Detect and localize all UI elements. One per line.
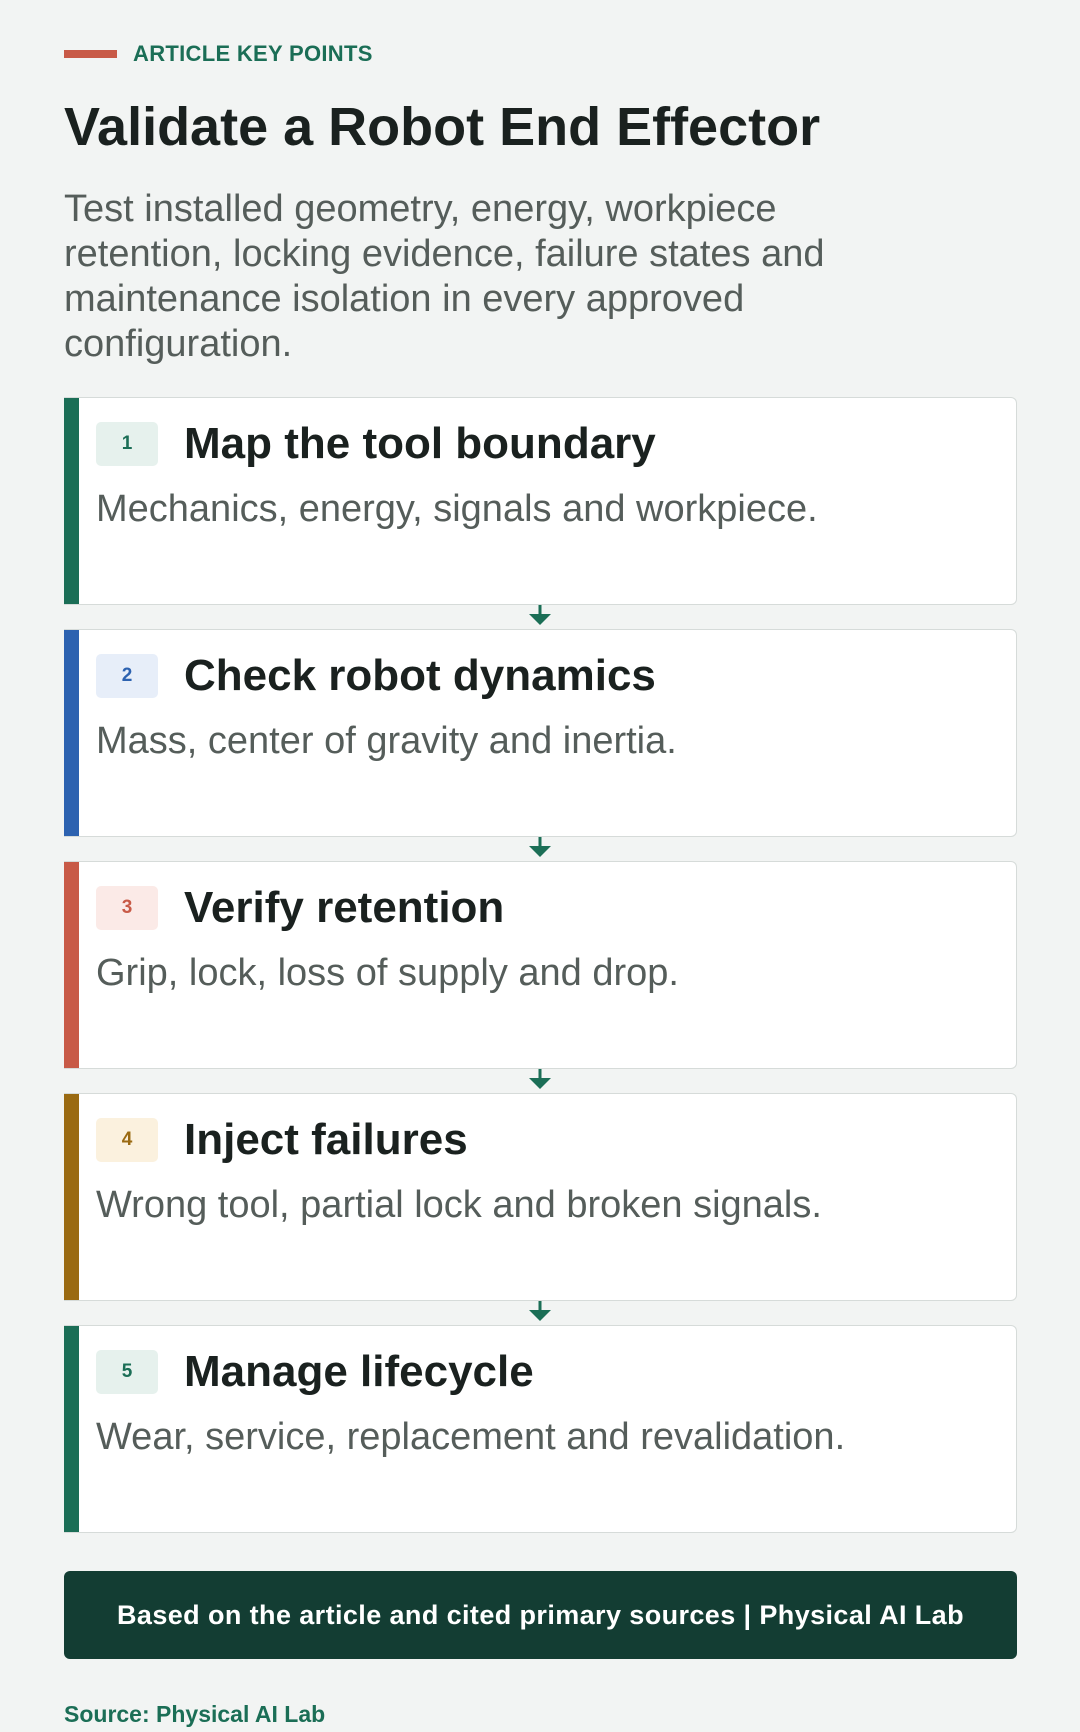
- kicker-label: ARTICLE KEY POINTS: [133, 41, 373, 66]
- step-title: Verify retention: [184, 883, 505, 933]
- kicker: ARTICLE KEY POINTS: [64, 40, 1016, 68]
- step-accent-bar: [64, 1094, 79, 1301]
- arrow-down-icon: [529, 837, 551, 858]
- step-description: Grip, lock, loss of supply and drop.: [96, 952, 679, 995]
- step-number-badge: 4: [96, 1118, 158, 1163]
- arrow-down-icon: [529, 1301, 551, 1322]
- step-card: 3 Verify retention Grip, lock, loss of s…: [64, 861, 1017, 1070]
- step-title: Manage lifecycle: [184, 1347, 534, 1397]
- infographic-page: ARTICLE KEY POINTS Validate a Robot End …: [0, 0, 1080, 1732]
- steps-list: 1 Map the tool boundary Mechanics, energ…: [64, 397, 1017, 1534]
- step-connector: [64, 1301, 1017, 1325]
- arrow-down-icon: [529, 1069, 551, 1090]
- step-number-badge: 5: [96, 1350, 158, 1395]
- step-connector: [64, 605, 1017, 629]
- step-accent-bar: [64, 630, 79, 837]
- footer-banner-text: Based on the article and cited primary s…: [117, 1599, 964, 1630]
- source-credit: Source: Physical AI Lab: [64, 1701, 326, 1728]
- step-title: Map the tool boundary: [184, 419, 656, 469]
- step-connector: [64, 1069, 1017, 1093]
- step-card: 2 Check robot dynamics Mass, center of g…: [64, 629, 1017, 838]
- step-accent-bar: [64, 398, 79, 605]
- step-description: Mass, center of gravity and inertia.: [96, 720, 677, 763]
- kicker-accent-bar: [64, 50, 117, 58]
- page-subtitle: Test installed geometry, energy, workpie…: [64, 188, 825, 366]
- step-description: Mechanics, energy, signals and workpiece…: [96, 488, 818, 531]
- step-title: Check robot dynamics: [184, 651, 656, 701]
- step-accent-bar: [64, 862, 79, 1069]
- step-number-badge: 2: [96, 654, 158, 699]
- arrow-down-icon: [529, 605, 551, 626]
- step-card: 1 Map the tool boundary Mechanics, energ…: [64, 397, 1017, 606]
- step-connector: [64, 837, 1017, 861]
- footer-banner: Based on the article and cited primary s…: [64, 1571, 1017, 1660]
- step-number-badge: 3: [96, 886, 158, 931]
- step-title: Inject failures: [184, 1115, 468, 1165]
- step-description: Wrong tool, partial lock and broken sign…: [96, 1184, 822, 1227]
- step-card: 5 Manage lifecycle Wear, service, replac…: [64, 1325, 1017, 1534]
- step-number-badge: 1: [96, 422, 158, 467]
- step-description: Wear, service, replacement and revalidat…: [96, 1416, 846, 1459]
- step-accent-bar: [64, 1326, 79, 1533]
- page-title: Validate a Robot End Effector: [64, 97, 821, 157]
- step-card: 4 Inject failures Wrong tool, partial lo…: [64, 1093, 1017, 1302]
